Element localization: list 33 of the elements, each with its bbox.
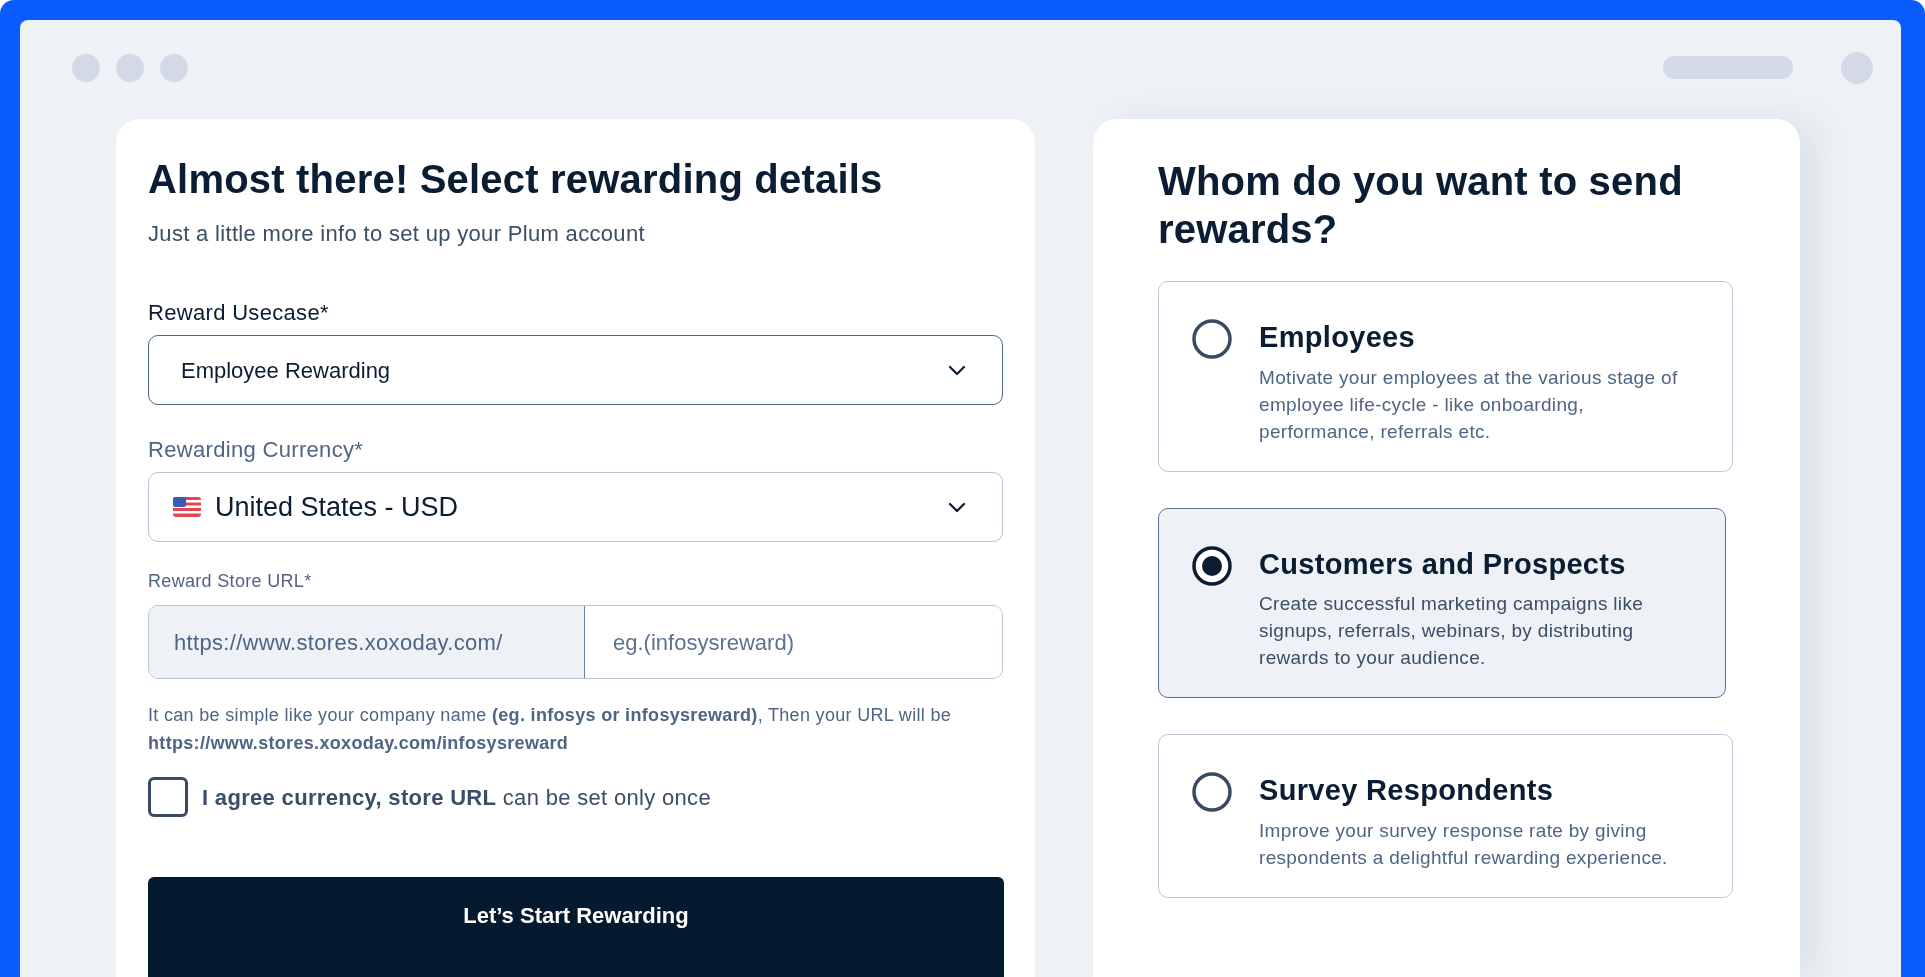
field-label: Reward Usecase* — [148, 299, 330, 327]
form-title: Almost there! Select rewarding details — [148, 156, 884, 203]
avatar-icon[interactable] — [1841, 51, 1873, 84]
flag-icon — [173, 497, 201, 517]
chevron-down-icon — [948, 501, 966, 513]
radio-button[interactable] — [1191, 318, 1233, 360]
option-description: Improve your survey response rate by giving respondents a delightful rewarding experience. — [1259, 818, 1669, 870]
checkbox[interactable] — [148, 777, 188, 817]
dropdown[interactable]: Employee Rewarding — [148, 335, 1003, 405]
help-text: It can be simple like your company name (eg. infosys or infosysreward), Then your URL will be https://www.stores.xoxoday.com/infosysreward — [148, 704, 953, 755]
radio-button[interactable] — [1191, 771, 1233, 813]
window-dot[interactable] — [116, 53, 144, 82]
option-card[interactable]: Survey Respondents Improve your survey response rate by giving respondents a delightful rewarding experience. — [1158, 734, 1733, 898]
form-subtitle: Just a little more info to set up your Plum account — [148, 220, 646, 248]
address-bar[interactable] — [1663, 56, 1793, 79]
option-title: Employees — [1259, 320, 1416, 355]
dropdown[interactable]: United States - USD — [148, 472, 1003, 542]
agreement-text: I agree currency, store URL can be set only once — [202, 783, 711, 812]
start-button[interactable]: Let’s Start Rewarding — [148, 877, 1004, 977]
options-title: Whom do you want to send rewards? — [1158, 158, 1684, 253]
option-card[interactable]: Employees Motivate your employees at the various stage of employee life-cycle - like onboarding, performance, referrals etc. — [1158, 281, 1733, 472]
option-card[interactable]: Customers and Prospects Create successful marketing campaigns like signups, referrals, webinars, by distributing rewards to your audience. — [1158, 507, 1726, 698]
radio-button[interactable] — [1191, 544, 1233, 587]
window-dot[interactable] — [72, 53, 100, 82]
chevron-down-icon — [948, 364, 966, 376]
url-field[interactable]: https://www.stores.xoxoday.com/ eg.(infosysreward) — [148, 605, 1003, 679]
field-label: Reward Store URL* — [148, 570, 313, 593]
field-label: Rewarding Currency* — [148, 436, 365, 464]
option-description: Create successful marketing campaigns like signups, referrals, webinars, by distributing rewards to your audience. — [1259, 592, 1645, 670]
option-description: Motivate your employees at the various stage of employee life-cycle - like onboarding, performance, referrals etc. — [1259, 365, 1679, 444]
option-title: Survey Respondents — [1259, 773, 1555, 808]
option-title: Customers and Prospects — [1259, 546, 1627, 582]
window-dot[interactable] — [160, 53, 188, 82]
